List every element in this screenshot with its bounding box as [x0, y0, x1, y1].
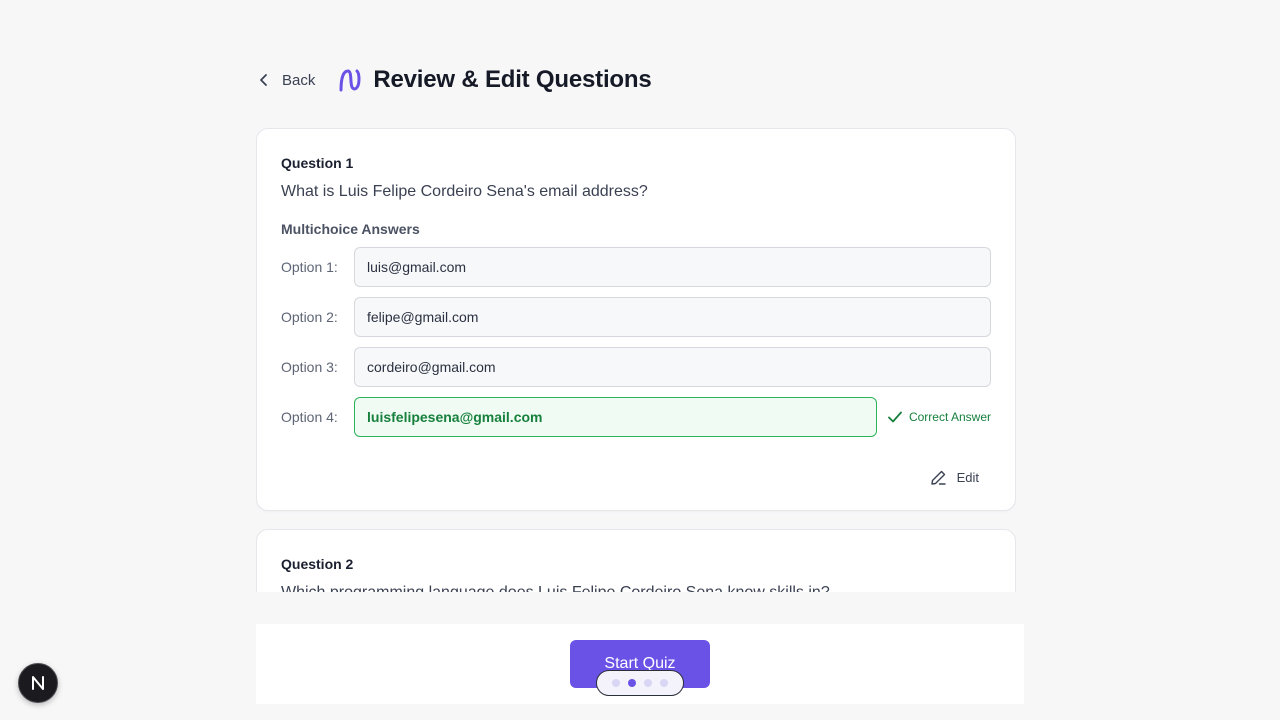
- question-label: Question 1: [281, 155, 354, 171]
- questions-list[interactable]: Question 1 What is Luis Felipe Cordeiro …: [256, 128, 1016, 592]
- correct-answer-label: Correct Answer: [908, 410, 991, 424]
- page-dot[interactable]: [644, 679, 652, 687]
- check-icon: [888, 411, 902, 423]
- option-row: Option 1:: [281, 247, 991, 287]
- edit-button[interactable]: Edit: [918, 465, 991, 490]
- footer-bar: Start Quiz: [256, 624, 1024, 704]
- question-card: Question 2 Which programming language do…: [256, 529, 1016, 592]
- back-label: Back: [282, 71, 316, 89]
- page-dot[interactable]: [660, 679, 668, 687]
- option-label: Option 1:: [281, 259, 338, 275]
- option-input[interactable]: [354, 347, 991, 387]
- option-row-correct: Option 4: Correct Answer: [281, 397, 991, 437]
- option-row: Option 2:: [281, 297, 991, 337]
- option-label: Option 3:: [281, 359, 338, 375]
- back-button[interactable]: Back: [256, 72, 315, 89]
- page-header: Back Review & Edit Questions: [256, 62, 652, 98]
- option-input[interactable]: [354, 247, 991, 287]
- question-label: Question 2: [281, 556, 354, 572]
- n-logo-icon: [32, 676, 44, 690]
- question-card: Question 1 What is Luis Felipe Cordeiro …: [256, 128, 1016, 511]
- card-actions: Edit: [281, 465, 991, 490]
- option-label: Option 2:: [281, 309, 338, 325]
- edit-label: Edit: [956, 470, 979, 485]
- question-text: Which programming language does Luis Fel…: [281, 584, 991, 592]
- correct-option-input[interactable]: [354, 397, 877, 437]
- option-input[interactable]: [354, 297, 991, 337]
- correct-answer-tag: Correct Answer: [887, 409, 991, 425]
- option-label: Option 4:: [281, 409, 338, 425]
- n-logo-badge[interactable]: [18, 663, 58, 703]
- question-text: What is Luis Felipe Cordeiro Sena's emai…: [281, 183, 648, 200]
- page-dot-active[interactable]: [628, 679, 636, 687]
- answers-heading: Multichoice Answers: [281, 221, 420, 237]
- page-title: Review & Edit Questions: [373, 66, 652, 93]
- page-dot[interactable]: [612, 679, 620, 687]
- pencil-icon: [930, 470, 946, 485]
- pagination-dots[interactable]: [596, 670, 684, 696]
- brand-logo-icon: [339, 69, 361, 92]
- chevron-left-icon: [260, 74, 267, 86]
- option-row: Option 3:: [281, 347, 991, 387]
